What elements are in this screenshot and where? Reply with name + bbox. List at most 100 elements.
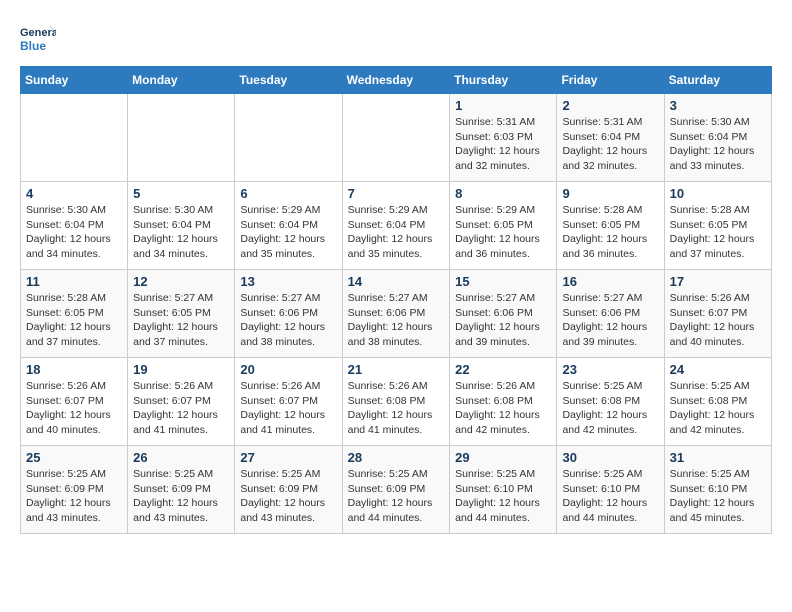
weekday-header-thursday: Thursday [450,67,557,94]
calendar-cell: 18Sunrise: 5:26 AM Sunset: 6:07 PM Dayli… [21,358,128,446]
calendar-cell: 9 Sunrise: 5:28 AM Sunset: 6:05 PM Daylig… [557,182,664,270]
calendar-cell: 12 Sunrise: 5:27 AM Sunset: 6:05 PM Dayli… [128,270,235,358]
calendar-cell: 20 Sunrise: 5:26 AM Sunset: 6:07 PM Dayli… [235,358,342,446]
calendar-cell: 6Sunrise: 5:29 AM Sunset: 6:04 PM Daylig… [235,182,342,270]
calendar-cell: 11 Sunrise: 5:28 AM Sunset: 6:05 PM Dayli… [21,270,128,358]
cell-date: 22 [455,362,551,377]
cell-date: 9 [562,186,658,201]
cell-info: Sunrise: 5:27 AM Sunset: 6:06 PM Dayligh… [348,291,445,350]
cell-date: 7 [348,186,445,201]
weekday-header-friday: Friday [557,67,664,94]
cell-info: Sunrise: 5:26 AM Sunset: 6:08 PM Dayligh… [348,379,445,438]
calendar-cell: 29 Sunrise: 5:25 AM Sunset: 6:10 PM Dayli… [450,446,557,534]
cell-date: 1 [455,98,551,113]
cell-date: 10 [670,186,766,201]
svg-text:Blue: Blue [20,39,46,53]
calendar-cell: 5 Sunrise: 5:30 AM Sunset: 6:04 PM Daylig… [128,182,235,270]
calendar-cell [342,94,450,182]
cell-date: 26 [133,450,229,465]
cell-info: Sunrise: 5:30 AM Sunset: 6:04 PM Dayligh… [26,203,122,262]
cell-date: 12 [133,274,229,289]
calendar-cell: 21 Sunrise: 5:26 AM Sunset: 6:08 PM Dayli… [342,358,450,446]
cell-date: 2 [562,98,658,113]
cell-info: Sunrise: 5:31 AM Sunset: 6:03 PM Dayligh… [455,115,551,174]
cell-info: Sunrise: 5:27 AM Sunset: 6:06 PM Dayligh… [240,291,336,350]
calendar-table: SundayMondayTuesdayWednesdayThursdayFrid… [20,66,772,534]
cell-date: 3 [670,98,766,113]
cell-info: Sunrise: 5:26 AM Sunset: 6:08 PM Dayligh… [455,379,551,438]
calendar-cell: 13 Sunrise: 5:27 AM Sunset: 6:06 PM Dayli… [235,270,342,358]
calendar-cell: 15 Sunrise: 5:27 AM Sunset: 6:06 PM Dayli… [450,270,557,358]
cell-info: Sunrise: 5:27 AM Sunset: 6:06 PM Dayligh… [562,291,658,350]
weekday-header-saturday: Saturday [664,67,771,94]
cell-info: Sunrise: 5:25 AM Sunset: 6:09 PM Dayligh… [26,467,122,526]
logo: General Blue [20,20,56,56]
cell-date: 28 [348,450,445,465]
cell-date: 23 [562,362,658,377]
cell-info: Sunrise: 5:28 AM Sunset: 6:05 PM Dayligh… [26,291,122,350]
cell-date: 13 [240,274,336,289]
calendar-cell: 8Sunrise: 5:29 AM Sunset: 6:05 PM Daylig… [450,182,557,270]
cell-info: Sunrise: 5:25 AM Sunset: 6:10 PM Dayligh… [562,467,658,526]
calendar-cell: 22 Sunrise: 5:26 AM Sunset: 6:08 PM Dayli… [450,358,557,446]
cell-info: Sunrise: 5:27 AM Sunset: 6:06 PM Dayligh… [455,291,551,350]
cell-info: Sunrise: 5:28 AM Sunset: 6:05 PM Dayligh… [562,203,658,262]
calendar-cell [235,94,342,182]
calendar-cell: 30 Sunrise: 5:25 AM Sunset: 6:10 PM Dayli… [557,446,664,534]
calendar-cell: 31Sunrise: 5:25 AM Sunset: 6:10 PM Dayli… [664,446,771,534]
cell-info: Sunrise: 5:26 AM Sunset: 6:07 PM Dayligh… [240,379,336,438]
calendar-cell: 1 Sunrise: 5:31 AM Sunset: 6:03 PM Daylig… [450,94,557,182]
cell-info: Sunrise: 5:30 AM Sunset: 6:04 PM Dayligh… [670,115,766,174]
cell-info: Sunrise: 5:27 AM Sunset: 6:05 PM Dayligh… [133,291,229,350]
cell-date: 4 [26,186,122,201]
cell-date: 31 [670,450,766,465]
calendar-cell: 3 Sunrise: 5:30 AM Sunset: 6:04 PM Daylig… [664,94,771,182]
cell-info: Sunrise: 5:25 AM Sunset: 6:10 PM Dayligh… [455,467,551,526]
page-header: General Blue [20,20,772,56]
cell-date: 29 [455,450,551,465]
cell-date: 15 [455,274,551,289]
calendar-cell: 28 Sunrise: 5:25 AM Sunset: 6:09 PM Dayli… [342,446,450,534]
calendar-cell: 23Sunrise: 5:25 AM Sunset: 6:08 PM Dayli… [557,358,664,446]
weekday-header-tuesday: Tuesday [235,67,342,94]
cell-date: 30 [562,450,658,465]
cell-info: Sunrise: 5:25 AM Sunset: 6:09 PM Dayligh… [240,467,336,526]
weekday-header-sunday: Sunday [21,67,128,94]
cell-date: 25 [26,450,122,465]
cell-date: 16 [562,274,658,289]
calendar-cell: 24Sunrise: 5:25 AM Sunset: 6:08 PM Dayli… [664,358,771,446]
cell-info: Sunrise: 5:26 AM Sunset: 6:07 PM Dayligh… [133,379,229,438]
cell-date: 21 [348,362,445,377]
weekday-header-wednesday: Wednesday [342,67,450,94]
cell-date: 19 [133,362,229,377]
calendar-cell: 19 Sunrise: 5:26 AM Sunset: 6:07 PM Dayli… [128,358,235,446]
cell-date: 20 [240,362,336,377]
cell-date: 24 [670,362,766,377]
calendar-cell [21,94,128,182]
cell-date: 27 [240,450,336,465]
cell-info: Sunrise: 5:25 AM Sunset: 6:09 PM Dayligh… [348,467,445,526]
cell-date: 17 [670,274,766,289]
calendar-cell: 26Sunrise: 5:25 AM Sunset: 6:09 PM Dayli… [128,446,235,534]
cell-info: Sunrise: 5:31 AM Sunset: 6:04 PM Dayligh… [562,115,658,174]
calendar-cell: 14 Sunrise: 5:27 AM Sunset: 6:06 PM Dayli… [342,270,450,358]
cell-info: Sunrise: 5:26 AM Sunset: 6:07 PM Dayligh… [670,291,766,350]
logo-graphic: General Blue [20,20,56,56]
cell-date: 11 [26,274,122,289]
cell-date: 14 [348,274,445,289]
calendar-cell: 4 Sunrise: 5:30 AM Sunset: 6:04 PM Daylig… [21,182,128,270]
calendar-cell: 10 Sunrise: 5:28 AM Sunset: 6:05 PM Dayli… [664,182,771,270]
cell-info: Sunrise: 5:26 AM Sunset: 6:07 PM Dayligh… [26,379,122,438]
svg-text:General: General [20,27,56,39]
calendar-cell: 27 Sunrise: 5:25 AM Sunset: 6:09 PM Dayli… [235,446,342,534]
cell-info: Sunrise: 5:28 AM Sunset: 6:05 PM Dayligh… [670,203,766,262]
cell-date: 6 [240,186,336,201]
cell-date: 5 [133,186,229,201]
calendar-cell: 2 Sunrise: 5:31 AM Sunset: 6:04 PM Daylig… [557,94,664,182]
cell-info: Sunrise: 5:29 AM Sunset: 6:05 PM Dayligh… [455,203,551,262]
cell-info: Sunrise: 5:30 AM Sunset: 6:04 PM Dayligh… [133,203,229,262]
weekday-header-monday: Monday [128,67,235,94]
cell-info: Sunrise: 5:29 AM Sunset: 6:04 PM Dayligh… [348,203,445,262]
calendar-cell: 16 Sunrise: 5:27 AM Sunset: 6:06 PM Dayli… [557,270,664,358]
calendar-cell: 25 Sunrise: 5:25 AM Sunset: 6:09 PM Dayli… [21,446,128,534]
